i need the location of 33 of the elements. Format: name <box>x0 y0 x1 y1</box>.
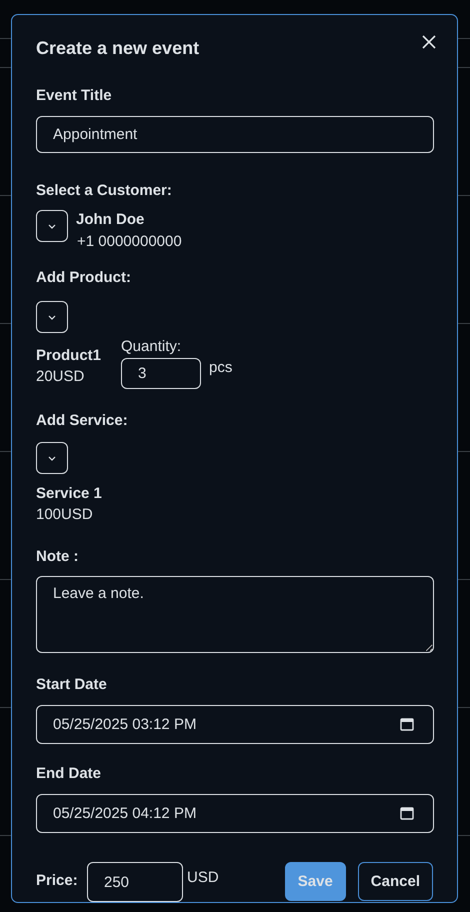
dialog-title: Create a new event <box>36 37 200 59</box>
field-label: Event Title <box>36 87 113 105</box>
field-label: End Date <box>36 765 102 783</box>
service-name: Service 1 <box>36 485 103 504</box>
date-field[interactable]: 05/25/2025 03:12 PM <box>36 705 434 744</box>
quantity-field[interactable]: 3 <box>121 358 201 390</box>
chevron-down-icon <box>48 456 56 461</box>
calendar-icon[interactable] <box>400 717 414 731</box>
input-field[interactable]: Appointment <box>36 116 434 154</box>
field-label: Add Service: <box>36 412 129 430</box>
dropdown-button[interactable] <box>36 442 68 474</box>
date-field[interactable]: 05/25/2025 04:12 PM <box>36 794 434 833</box>
cancel-button[interactable]: Cancel <box>358 862 433 901</box>
field-label: Add Product: <box>36 269 132 288</box>
chevron-down-icon <box>48 314 56 320</box>
calendar-icon[interactable] <box>400 806 414 820</box>
dropdown-button[interactable] <box>36 301 68 334</box>
note-field[interactable]: Leave a note. <box>36 576 434 653</box>
field-label: Note : <box>36 548 80 566</box>
product-name: Product1 <box>36 347 102 366</box>
field-label: Quantity: <box>121 338 182 356</box>
unit-label: pcs <box>209 359 232 378</box>
field-label: Select a Customer: <box>36 182 173 200</box>
field-label: Price: <box>36 872 79 890</box>
service-price: 100USD <box>36 506 94 524</box>
customer-phone: +1 0000000000 <box>76 233 182 252</box>
chevron-down-icon <box>48 224 56 229</box>
price-field[interactable]: 250 <box>87 862 183 902</box>
customer-name: John Doe <box>76 211 146 230</box>
currency-label: USD <box>187 869 219 887</box>
product-price: 20USD <box>36 368 86 386</box>
field-label: Start Date <box>36 676 108 694</box>
dropdown-button[interactable] <box>36 210 68 242</box>
